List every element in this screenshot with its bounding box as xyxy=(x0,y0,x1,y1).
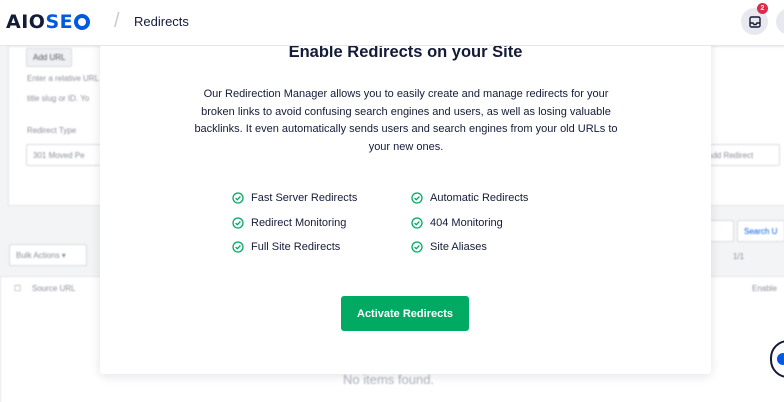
check-circle-icon xyxy=(232,192,244,204)
feature-item: Site Aliases xyxy=(411,241,487,253)
url-hint-line1: Enter a relative URL xyxy=(27,74,100,83)
breadcrumb-separator: / xyxy=(114,10,120,32)
url-hint-line2: title slug or ID. Yo xyxy=(27,94,90,103)
modal-description: Our Redirection Manager allows you to ea… xyxy=(194,88,618,153)
pagination-label: 1/1 xyxy=(733,252,745,261)
check-circle-icon xyxy=(411,217,423,229)
feature-item: Full Site Redirects xyxy=(232,241,340,253)
feature-item: Redirect Monitoring xyxy=(232,217,346,229)
activate-redirects-button[interactable]: Activate Redirects xyxy=(341,296,469,331)
add-url-button[interactable]: Add URL xyxy=(26,48,73,67)
feature-item: Automatic Redirects xyxy=(411,192,528,204)
help-button[interactable] xyxy=(776,8,784,35)
breadcrumb-current: Redirects xyxy=(134,14,189,29)
bulk-actions-select[interactable]: Bulk Actions ▾ xyxy=(9,244,87,266)
feature-label: Redirect Monitoring xyxy=(251,217,347,229)
check-circle-icon xyxy=(411,241,423,253)
no-items-message: No items found. xyxy=(343,372,435,387)
feature-label: Full Site Redirects xyxy=(251,241,341,253)
redirect-type-label: Redirect Type xyxy=(27,126,77,135)
enable-redirects-modal: Enable Redirects on your Site Our Redire… xyxy=(100,28,711,374)
check-circle-icon xyxy=(411,192,423,204)
question-mark-icon xyxy=(777,353,784,365)
logo-gear-icon xyxy=(74,14,91,30)
enable-header: Enable xyxy=(752,284,777,293)
feature-label: Site Aliases xyxy=(430,241,487,253)
feature-label: 404 Monitoring xyxy=(430,217,503,229)
feature-label: Automatic Redirects xyxy=(430,192,529,204)
top-header: AIO SE / Redirects 2 xyxy=(0,0,784,46)
source-url-header[interactable]: Source URL xyxy=(32,284,76,293)
check-circle-icon xyxy=(232,241,244,253)
feature-label: Fast Server Redirects xyxy=(251,192,358,204)
notification-count-badge: 2 xyxy=(757,3,768,14)
check-circle-icon xyxy=(232,217,244,229)
feature-item: 404 Monitoring xyxy=(411,217,503,229)
add-redirect-button[interactable]: Add Redirect xyxy=(700,144,780,166)
aioseo-logo[interactable]: AIO SE xyxy=(6,11,91,33)
search-button[interactable]: Search U xyxy=(737,220,784,242)
inbox-icon xyxy=(748,15,761,28)
select-all-checkbox[interactable]: ☐ xyxy=(14,284,21,293)
logo-text-aio: AIO xyxy=(6,11,46,33)
feature-item: Fast Server Redirects xyxy=(232,192,357,204)
logo-text-se: SE xyxy=(45,11,74,33)
